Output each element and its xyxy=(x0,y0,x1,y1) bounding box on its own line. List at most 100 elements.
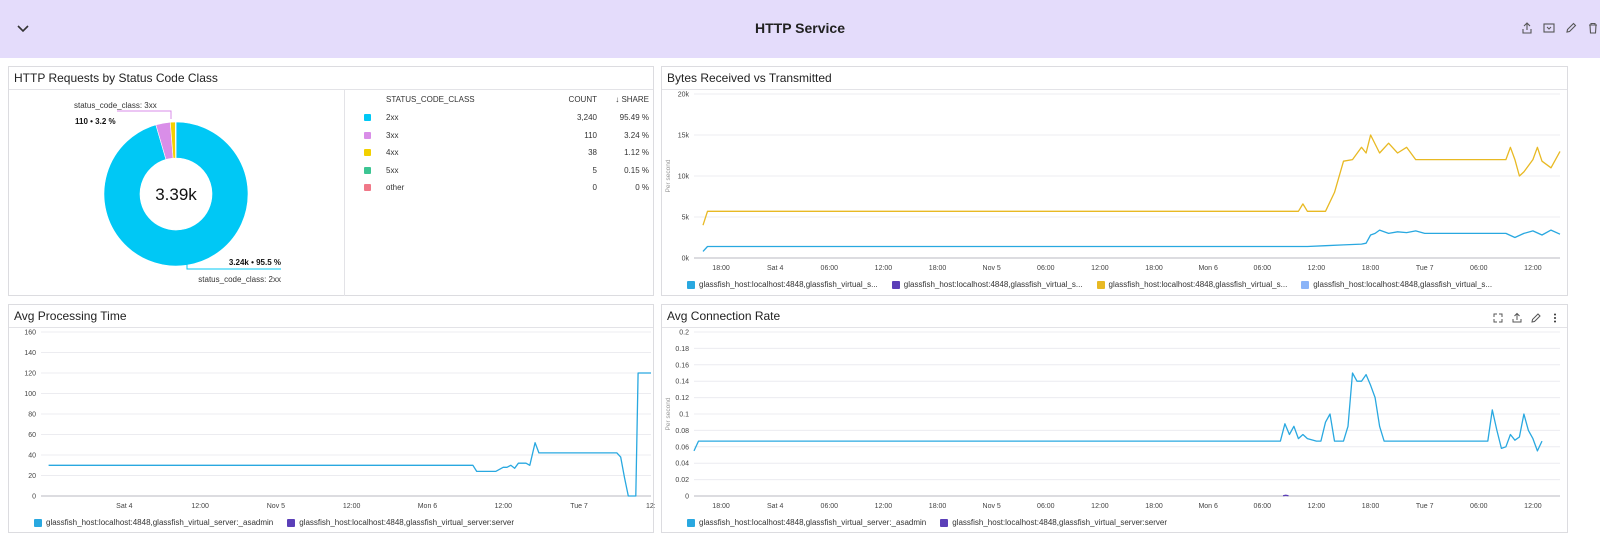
table-cell-share: 0 % xyxy=(635,183,649,192)
y-tick-label: 0.18 xyxy=(675,346,689,353)
y-tick-label: 0.04 xyxy=(675,461,689,468)
sort-desc-icon[interactable]: ↓ xyxy=(615,95,621,104)
callout-label: status_code_class: 2xx xyxy=(198,275,281,284)
x-tick-label: Nov 5 xyxy=(983,503,1001,510)
y-tick-label: 10k xyxy=(678,174,690,181)
share-icon[interactable] xyxy=(1520,21,1534,35)
bytes-line-chart: 0k 5k 10k 15k 20k Per second 18:00 Sat 4 06:00 12… xyxy=(665,92,1561,272)
legend-item[interactable]: glassfish_host:localhost:4848,glassfish_… xyxy=(34,518,273,527)
x-tick-label: Sat 4 xyxy=(116,503,132,510)
x-tick-label: 12:00 xyxy=(1091,265,1109,272)
callout-line xyxy=(117,110,172,119)
table-cell-count: 0 xyxy=(592,183,597,192)
x-tick-label: 12:00 xyxy=(343,503,361,510)
x-tick-label: 12:00 xyxy=(875,503,893,510)
processing-legend: glassfish_host:localhost:4848,glassfish_… xyxy=(34,518,514,527)
x-tick-label: Nov 5 xyxy=(983,265,1001,272)
x-tick-label: 18:00 xyxy=(929,503,947,510)
connection-panel: Avg Connection Rate 0 0.02 0.04 0.06 0.08 0.1… xyxy=(661,304,1568,533)
series-line-1 xyxy=(702,229,1561,252)
y-tick-label: 0.2 xyxy=(679,330,689,337)
series-line-3 xyxy=(702,134,1561,226)
legend-label: glassfish_host:localhost:4848,glassfish_… xyxy=(46,518,274,527)
legend-label: glassfish_host:localhost:4848,glassfish_… xyxy=(699,518,927,527)
column-header-count: COUNT xyxy=(568,95,597,104)
series-line-2 xyxy=(1282,494,1289,497)
processing-line-chart: 0 20 40 60 80 100 120 140 160 Sat 4 12:00 Nov 5 12:0… xyxy=(24,330,655,511)
column-header-share[interactable]: ↓ SHARE xyxy=(607,95,649,104)
y-tick-label: 20 xyxy=(28,473,36,480)
legend-item[interactable]: glassfish_host:localhost:4848,glassfish_… xyxy=(1096,280,1288,289)
table-cell-status-class: other xyxy=(386,183,405,192)
panel-title: Bytes Received vs Transmitted xyxy=(667,71,832,85)
connection-legend: glassfish_host:localhost:4848,glassfish_… xyxy=(687,518,1167,527)
header-toolbar xyxy=(1520,21,1600,35)
x-tick-label: Nov 5 xyxy=(267,503,285,510)
y-tick-label: 120 xyxy=(24,371,36,378)
table-cell-count: 3,240 xyxy=(576,113,597,122)
pie-slice-5xx xyxy=(175,121,177,159)
panel-toolbar xyxy=(1492,311,1561,323)
share-icon[interactable] xyxy=(1511,311,1523,323)
panel-title: Avg Processing Time xyxy=(14,309,127,323)
y-tick-label: 0.14 xyxy=(675,379,689,386)
x-tick-label: 18:00 xyxy=(712,503,730,510)
legend-item[interactable]: glassfish_host:localhost:4848,glassfish_… xyxy=(687,280,878,289)
y-axis-label: Per second xyxy=(665,159,672,192)
table-cell-count: 38 xyxy=(588,148,597,157)
bytes-panel: Bytes Received vs Transmitted 0k 5k 10k 15k… xyxy=(661,66,1568,296)
x-tick-label: Tue 7 xyxy=(1416,503,1434,510)
x-tick-label: 06:00 xyxy=(1037,503,1055,510)
legend-item[interactable]: glassfish_host:localhost:4848,glassfish_… xyxy=(1301,280,1492,289)
layout-icon[interactable] xyxy=(1542,21,1556,35)
column-header-status-class: STATUS_CODE_CLASS xyxy=(386,95,475,104)
x-tick-label: Sat 4 xyxy=(767,503,783,510)
x-tick-label: 18:00 xyxy=(1362,503,1380,510)
x-tick-label: Tue 7 xyxy=(570,503,588,510)
panel-divider xyxy=(344,90,345,296)
y-tick-label: 0.02 xyxy=(675,477,689,484)
legend-item[interactable]: glassfish_host:localhost:4848,glassfish_… xyxy=(940,518,1167,527)
table-cell-status-class: 4xx xyxy=(386,148,399,157)
x-tick-label: 12:00 xyxy=(1308,265,1326,272)
legend-item[interactable]: glassfish_host:localhost:4848,glassfish_… xyxy=(891,280,1083,289)
edit-icon[interactable] xyxy=(1530,311,1542,323)
legend-swatch xyxy=(364,184,371,191)
panel-title: Avg Connection Rate xyxy=(667,309,781,323)
legend-label: glassfish_host:localhost:4848,glassfish_… xyxy=(299,518,515,527)
legend-label: glassfish_host:localhost:4848,glassfish_… xyxy=(1108,280,1288,289)
legend-swatch xyxy=(1301,280,1310,289)
table-cell-share: 0.15 % xyxy=(624,165,649,175)
x-tick-label: 12:00 xyxy=(1091,503,1109,510)
more-icon[interactable] xyxy=(1549,311,1561,323)
legend-swatch xyxy=(287,518,296,527)
connection-line-chart: 0 0.02 0.04 0.06 0.08 0.1 0.12 0.14 0.16 0.18 0.2 P… xyxy=(665,330,1560,510)
legend-item[interactable]: glassfish_host:localhost:4848,glassfish_… xyxy=(287,518,514,527)
x-tick-label: 18:00 xyxy=(1145,503,1163,510)
y-tick-label: 0.1 xyxy=(679,412,689,419)
y-tick-label: 0.06 xyxy=(675,444,689,451)
panel-title: HTTP Requests by Status Code Class xyxy=(14,71,218,85)
section-header: HTTP Service xyxy=(0,0,1600,58)
table-cell-share: 3.24 % xyxy=(624,130,649,140)
y-tick-label: 140 xyxy=(24,350,36,357)
legend-swatch xyxy=(364,131,371,139)
trash-icon[interactable] xyxy=(1586,21,1600,35)
x-tick-label: 18:00 xyxy=(1145,265,1163,272)
legend-swatch xyxy=(687,280,695,289)
series-line-1 xyxy=(693,372,1543,452)
legend-swatch xyxy=(364,166,371,174)
edit-icon[interactable] xyxy=(1564,21,1578,35)
x-tick-label: 18:00 xyxy=(1362,265,1380,272)
legend-item[interactable]: glassfish_host:localhost:4848,glassfish_… xyxy=(687,518,926,527)
y-tick-label: 80 xyxy=(28,412,36,419)
legend-swatch xyxy=(34,518,42,527)
table-cell-count: 110 xyxy=(584,130,597,140)
x-tick-label: 06:00 xyxy=(1254,265,1272,272)
y-tick-label: 40 xyxy=(28,453,36,460)
x-tick-label: 12:00 xyxy=(494,503,512,510)
expand-icon[interactable] xyxy=(1492,311,1504,323)
legend-swatch xyxy=(891,280,900,289)
section-title: HTTP Service xyxy=(754,20,845,36)
x-tick-label: Sat 4 xyxy=(767,265,783,272)
